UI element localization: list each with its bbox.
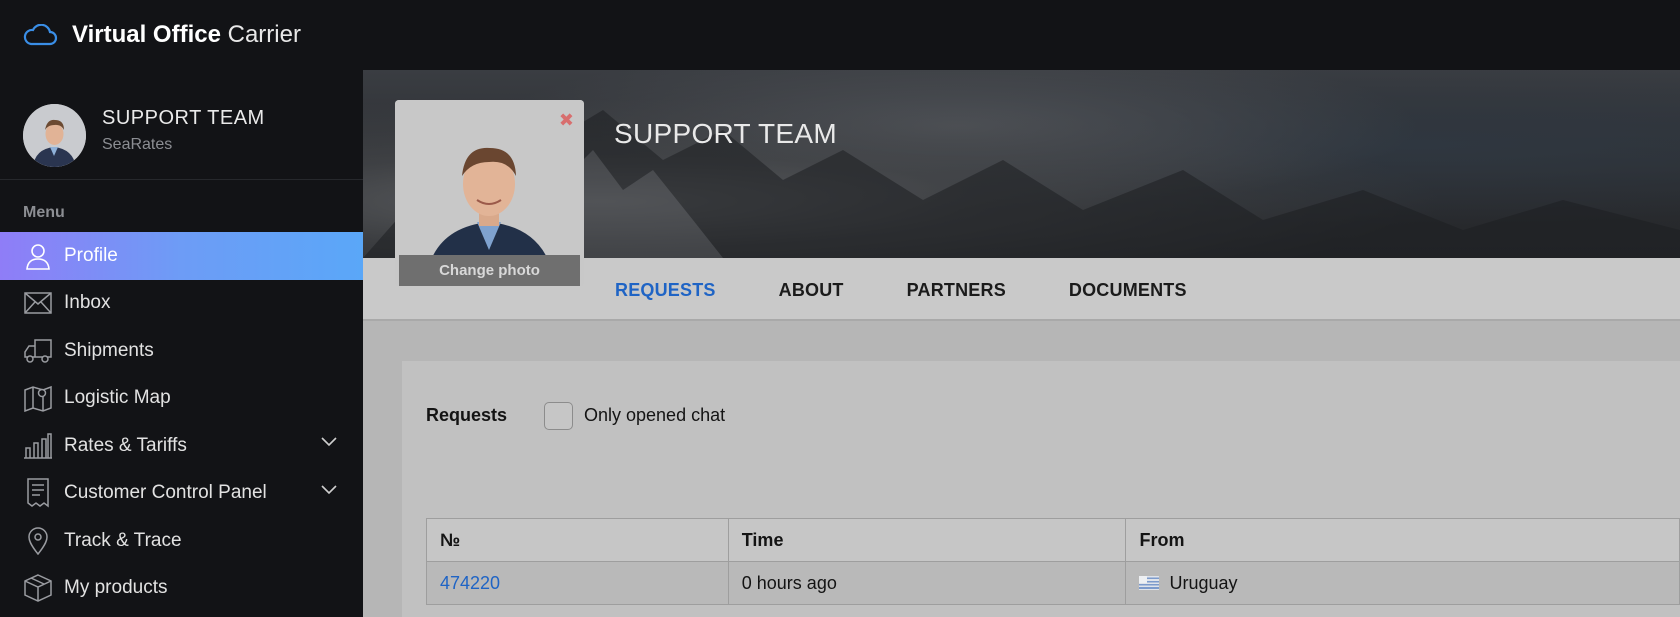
request-number-link[interactable]: 474220 bbox=[440, 573, 500, 594]
tab-documents[interactable]: DOCUMENTS bbox=[1069, 280, 1187, 301]
user-info: SUPPORT TEAM SeaRates bbox=[102, 107, 265, 154]
chevron-down-icon[interactable] bbox=[321, 437, 337, 447]
tab-about[interactable]: ABOUT bbox=[779, 280, 844, 301]
location-icon bbox=[23, 526, 53, 556]
sidebar-item-label: Inbox bbox=[64, 292, 111, 314]
sidebar-item-label: Logistic Map bbox=[64, 387, 171, 409]
only-opened-chat-checkbox[interactable] bbox=[544, 402, 573, 430]
box-icon bbox=[23, 573, 53, 603]
request-from-country: Uruguay bbox=[1169, 572, 1238, 593]
cloud-icon bbox=[23, 24, 58, 46]
user-company: SeaRates bbox=[102, 135, 173, 153]
sidebar-item-label: My products bbox=[64, 577, 168, 599]
top-bar: Virtual Office Carrier bbox=[0, 0, 1680, 70]
user-name: SUPPORT TEAM bbox=[102, 106, 265, 129]
brand-light: Carrier bbox=[227, 21, 301, 48]
requests-heading: Requests bbox=[426, 405, 508, 425]
sidebar-item-rates-tariffs[interactable]: Rates & Tariffs bbox=[0, 422, 363, 470]
brand-bold: Virtual Office bbox=[72, 21, 221, 48]
chevron-down-icon[interactable] bbox=[321, 484, 337, 495]
column-header-time[interactable]: Time bbox=[728, 519, 1127, 562]
request-from-cell: Uruguay bbox=[1126, 562, 1680, 605]
sidebar-item-track-trace[interactable]: Track & Trace bbox=[0, 517, 363, 565]
uruguay-flag-icon bbox=[1139, 576, 1160, 590]
tab-partners[interactable]: PARTNERS bbox=[907, 280, 1006, 301]
profile-tabs: REQUESTS ABOUT PARTNERS DOCUMENTS bbox=[615, 280, 1250, 301]
bar-chart-icon bbox=[23, 431, 53, 461]
sidebar-item-label: Rates & Tariffs bbox=[64, 434, 187, 456]
sidebar-item-label: Track & Trace bbox=[64, 529, 182, 551]
sidebar-item-label: Shipments bbox=[64, 339, 154, 361]
sidebar-item-label: Customer Control Panel bbox=[64, 482, 267, 504]
sidebar-menu: Profile Inbox Shipments Logistic Map Rat… bbox=[0, 232, 363, 612]
map-pin-icon bbox=[23, 383, 53, 413]
avatar bbox=[23, 103, 86, 167]
brand-text: Virtual Office Carrier bbox=[72, 21, 301, 49]
profile-photo[interactable]: ✖ Change photo bbox=[395, 100, 584, 286]
receipt-icon bbox=[23, 478, 53, 508]
sidebar-item-profile[interactable]: Profile bbox=[0, 232, 363, 280]
sidebar-item-my-products[interactable]: My products bbox=[0, 565, 363, 613]
only-opened-chat-label[interactable]: Only opened chat bbox=[584, 405, 725, 426]
sidebar-item-inbox[interactable]: Inbox bbox=[0, 280, 363, 328]
tab-requests[interactable]: REQUESTS bbox=[615, 280, 716, 301]
truck-icon bbox=[23, 336, 53, 366]
requests-panel: Requests Only opened chat № Time From 47… bbox=[402, 361, 1680, 617]
user-icon bbox=[23, 241, 53, 271]
requests-table: № Time From 474220 0 hours ago Uruguay bbox=[426, 518, 1680, 605]
profile-title: SUPPORT TEAM bbox=[614, 118, 837, 149]
table-row[interactable]: 474220 0 hours ago Uruguay bbox=[427, 562, 1680, 605]
request-time-cell: 0 hours ago bbox=[728, 562, 1127, 605]
change-photo-button[interactable]: Change photo bbox=[399, 255, 580, 286]
sidebar-item-shipments[interactable]: Shipments bbox=[0, 327, 363, 375]
column-header-number[interactable]: № bbox=[427, 519, 729, 562]
user-card[interactable]: SUPPORT TEAM SeaRates bbox=[0, 70, 363, 180]
sidebar-item-customer-control-panel[interactable]: Customer Control Panel bbox=[0, 470, 363, 518]
table-header: № Time From bbox=[427, 519, 1680, 562]
main-content: SUPPORT TEAM ✖ Change photo REQUESTS ABO… bbox=[363, 70, 1680, 617]
close-icon[interactable]: ✖ bbox=[559, 110, 574, 131]
column-header-from[interactable]: From bbox=[1126, 519, 1680, 562]
mail-icon bbox=[23, 288, 53, 318]
sidebar-item-label: Profile bbox=[64, 244, 118, 266]
sidebar: SUPPORT TEAM SeaRates Menu Profile Inbox… bbox=[0, 70, 363, 617]
brand[interactable]: Virtual Office Carrier bbox=[22, 21, 301, 49]
request-number-cell: 474220 bbox=[427, 562, 729, 605]
menu-title: Menu bbox=[23, 204, 65, 221]
sidebar-item-logistic-map[interactable]: Logistic Map bbox=[0, 375, 363, 423]
